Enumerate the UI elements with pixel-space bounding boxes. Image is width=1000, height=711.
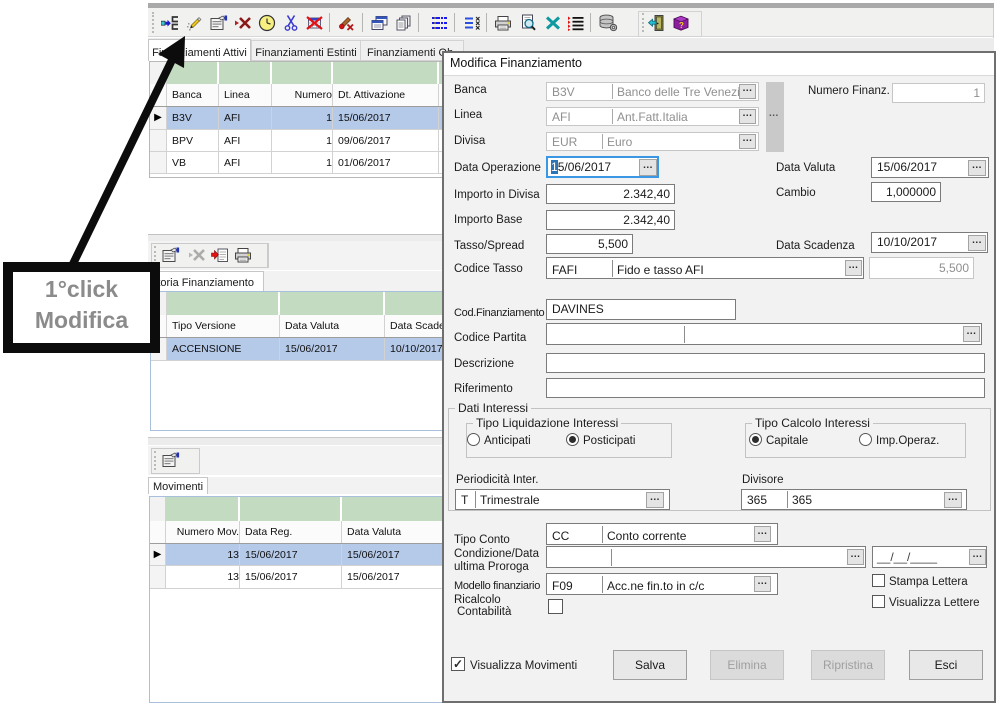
svg-text:?: ? [679,21,684,30]
